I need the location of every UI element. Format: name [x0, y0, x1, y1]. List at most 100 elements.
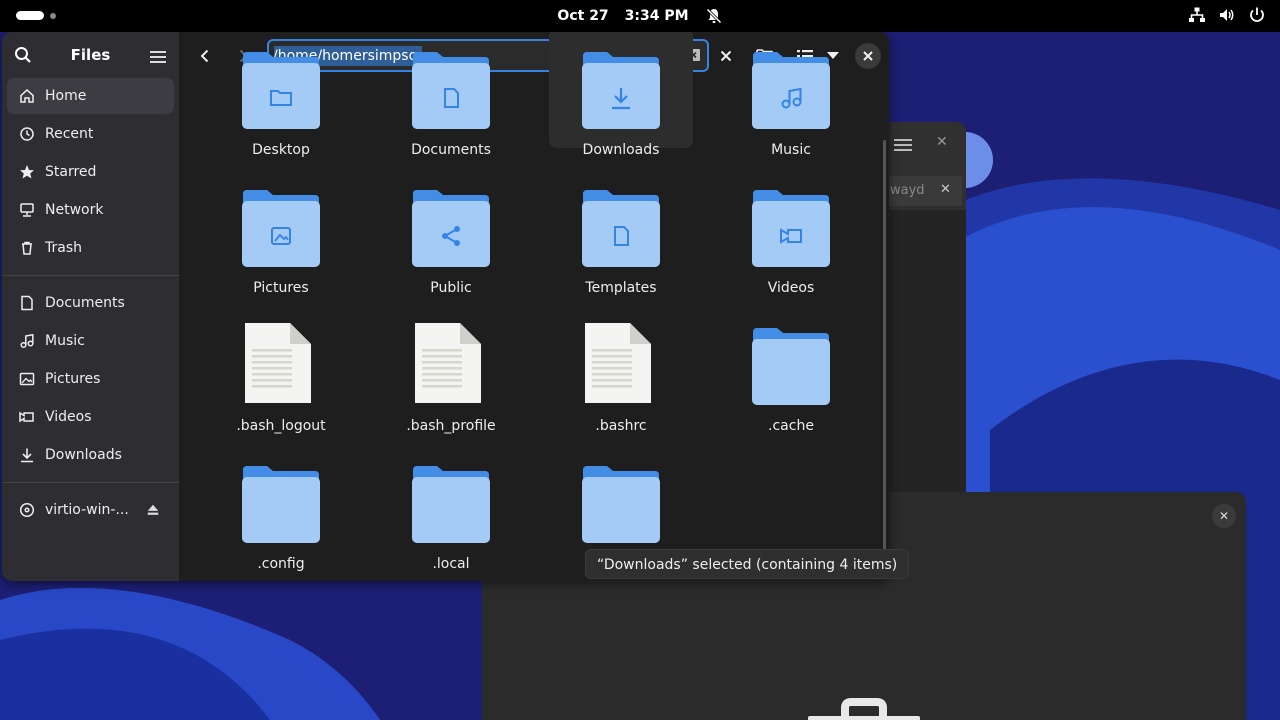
folder-icon [242, 190, 320, 267]
folder-icon [752, 328, 830, 405]
sidebar-item-label: Music [45, 333, 85, 349]
file-item-label: Documents [411, 142, 491, 158]
file-item-label: Videos [767, 280, 815, 296]
background-window-header: ✕ wayd ✕ [886, 122, 966, 210]
activities-button[interactable] [16, 11, 56, 20]
tab-close-icon[interactable]: ✕ [940, 182, 951, 197]
sidebar-item-music[interactable]: Music [7, 323, 174, 359]
sidebar-item-label: Trash [45, 240, 82, 256]
star-icon [20, 165, 34, 179]
sidebar-item-label: Downloads [45, 447, 122, 463]
text-file-icon [245, 323, 311, 403]
status-overlay: “Downloads” selected (containing 4 items… [585, 549, 910, 579]
sidebar-item-pictures[interactable]: Pictures [7, 361, 174, 397]
sidebar-item-videos[interactable]: Videos [7, 399, 174, 435]
sidebar: Files Home Recent Starred Network Trash … [2, 32, 179, 581]
workspace-indicator [50, 12, 56, 19]
file-item[interactable]: Downloads [549, 32, 693, 158]
scrollbar[interactable] [883, 140, 886, 552]
file-item-label: .bashrc [595, 418, 647, 434]
folder-icon [582, 466, 660, 543]
top-bar: Oct 27 3:34 PM [0, 0, 1280, 32]
folder-icon [412, 52, 490, 129]
sidebar-item-label: virtio-win-... [45, 502, 129, 518]
sidebar-item-network[interactable]: Network [7, 192, 174, 228]
close-button[interactable]: ✕ [1212, 504, 1236, 528]
music-icon [20, 333, 34, 349]
sidebar-item-recent[interactable]: Recent [7, 116, 174, 152]
background-window-tab[interactable]: wayd ✕ [886, 176, 962, 206]
folder-icon [582, 190, 660, 267]
sidebar-item-label: Documents [45, 295, 125, 311]
power-icon [1250, 7, 1264, 22]
clock-date: Oct 27 [557, 8, 609, 24]
sidebar-header: Files [2, 32, 179, 78]
file-item-label: Downloads [582, 142, 660, 158]
file-item[interactable]: .bashrc [549, 304, 693, 434]
file-item[interactable] [549, 442, 693, 562]
file-item-label: Public [430, 280, 472, 296]
network-icon [20, 203, 34, 217]
file-item-label: Pictures [253, 280, 309, 296]
sidebar-item-downloads[interactable]: Downloads [7, 437, 174, 473]
folder-icon [412, 190, 490, 267]
file-item[interactable]: .cache [719, 304, 863, 434]
file-item[interactable]: Templates [549, 166, 693, 296]
clock[interactable]: Oct 27 3:34 PM [557, 7, 722, 25]
folder-icon [242, 52, 320, 129]
file-item[interactable]: Documents [379, 32, 523, 158]
sidebar-item-label: Starred [45, 164, 97, 180]
folder-icon [752, 52, 830, 129]
sidebar-separator [2, 275, 179, 276]
sidebar-item-label: Pictures [45, 371, 101, 387]
sidebar-devices: virtio-win-... [2, 492, 179, 528]
file-item-label: Music [771, 142, 811, 158]
sidebar-item-trash[interactable]: Trash [7, 230, 174, 266]
main-menu-icon[interactable] [150, 48, 166, 66]
file-grid: Desktop Documents Downloads Music Pictures Pu… [179, 32, 889, 581]
volume-icon [1220, 9, 1234, 21]
folder-icon [412, 466, 490, 543]
file-item[interactable]: .local [379, 442, 523, 572]
file-item[interactable]: .config [209, 442, 353, 572]
file-item-label: Templates [585, 280, 657, 296]
file-item-label: .cache [768, 418, 814, 434]
file-item[interactable]: Desktop [209, 32, 353, 158]
menu-icon[interactable] [894, 136, 912, 154]
eject-icon[interactable] [146, 503, 160, 517]
close-icon[interactable]: ✕ [936, 134, 948, 150]
file-item[interactable]: .bash_profile [379, 304, 523, 434]
disc-icon [19, 502, 35, 518]
sidebar-separator [2, 482, 179, 483]
document-icon [21, 295, 33, 311]
folder-icon [242, 466, 320, 543]
video-icon [19, 411, 34, 423]
file-item[interactable]: Public [379, 166, 523, 296]
text-file-icon [585, 323, 651, 403]
folder-icon [752, 190, 830, 267]
sidebar-bookmarks: Documents Music Pictures Videos Download… [2, 285, 179, 473]
bag-icon [808, 698, 920, 720]
sidebar-item-documents[interactable]: Documents [7, 285, 174, 321]
file-item-label: Desktop [252, 142, 310, 158]
file-item[interactable]: Music [719, 32, 863, 158]
clock-icon [20, 127, 34, 141]
notifications-off-icon [706, 8, 722, 24]
sidebar-places: Home Recent Starred Network Trash [2, 78, 179, 266]
file-item-label: .bash_logout [236, 418, 326, 434]
folder-icon [582, 52, 660, 129]
home-icon [20, 88, 34, 103]
file-item[interactable]: Pictures [209, 166, 353, 296]
file-item[interactable]: .bash_logout [209, 304, 353, 434]
files-window[interactable]: Files Home Recent Starred Network Trash … [2, 32, 889, 581]
sidebar-item-virtio-disc[interactable]: virtio-win-... [7, 492, 174, 528]
file-item[interactable]: Videos [719, 166, 863, 296]
sidebar-item-label: Videos [45, 409, 92, 425]
sidebar-item-starred[interactable]: Starred [7, 154, 174, 190]
file-view: Desktop Documents Downloads Music Pictures Pu… [179, 32, 889, 581]
sidebar-item-home[interactable]: Home [7, 78, 174, 114]
picture-icon [19, 372, 35, 386]
system-tray[interactable] [1188, 6, 1266, 24]
file-item-label: .bash_profile [406, 418, 496, 434]
sidebar-item-label: Recent [45, 126, 94, 142]
